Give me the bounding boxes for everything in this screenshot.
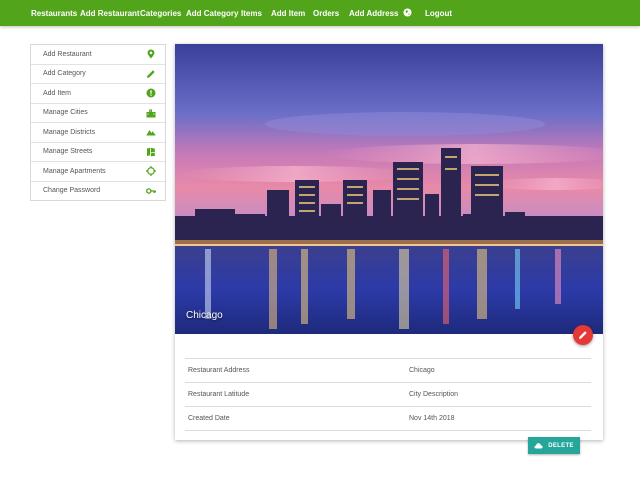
detail-value: Chicago [409, 367, 435, 374]
sidebar-item-label: Add Category [43, 70, 86, 78]
detail-label: Created Date [188, 415, 230, 422]
nav-restaurants[interactable]: Restaurants [31, 9, 77, 18]
nav-add-restaurant[interactable]: Add Restaurant [80, 9, 140, 18]
key-icon [146, 187, 156, 194]
nav-add-item[interactable]: Add Item [271, 9, 305, 18]
sidebar-item-label: Manage Streets [43, 148, 93, 156]
top-navbar: Restaurants Add Restaurant Categories Ad… [0, 0, 640, 26]
sidebar-item-label: Add Item [43, 89, 72, 97]
sidebar-item-add-restaurant[interactable]: Add Restaurant [31, 45, 165, 65]
terrain-icon [146, 130, 156, 136]
sidebar-item-manage-streets[interactable]: Manage Streets [31, 143, 165, 162]
sidebar-item-add-item[interactable]: Add Item [31, 84, 165, 104]
sidebar-item-label: Add Restaurant [43, 50, 92, 58]
nav-add-address[interactable]: Add Address [349, 9, 399, 18]
nav-add-category[interactable]: Add Category [186, 9, 238, 18]
globe-icon[interactable] [403, 8, 412, 17]
sidebar-item-add-category[interactable]: Add Category [31, 65, 165, 84]
sidebar-item-label: Manage Apartments [43, 167, 106, 175]
nav-orders[interactable]: Orders [313, 9, 339, 18]
restaurant-name-caption: Chicago [186, 310, 223, 321]
city-icon [146, 109, 156, 117]
pencil-icon [579, 331, 587, 339]
restaurant-details: Restaurant Address Chicago Restaurant La… [185, 358, 591, 431]
restaurant-image: Chicago [175, 44, 603, 334]
delete-button[interactable]: DELETE [528, 437, 580, 454]
detail-label: Restaurant Latitude [188, 391, 250, 398]
sidebar-item-label: Manage Cities [43, 109, 88, 117]
nav-items[interactable]: Items [241, 9, 262, 18]
sidebar-item-manage-apartments[interactable]: Manage Apartments [31, 162, 165, 182]
map-icon [147, 147, 155, 156]
sidebar-item-label: Change Password [43, 187, 101, 195]
edit-button[interactable] [573, 325, 593, 345]
delete-button-label: DELETE [548, 442, 574, 449]
detail-label: Restaurant Address [188, 367, 250, 374]
cloud-icon [534, 443, 543, 449]
sidebar-item-manage-districts[interactable]: Manage Districts [31, 123, 165, 143]
nav-logout[interactable]: Logout [425, 9, 452, 18]
detail-value: City Description [409, 391, 459, 398]
sidebar-item-change-password[interactable]: Change Password [31, 182, 165, 201]
restaurant-card: Chicago Restaurant Address Chicago Resta… [175, 44, 603, 440]
detail-row-latitude: Restaurant Latitude City Description [185, 382, 591, 406]
info-circle-icon [146, 88, 156, 98]
detail-row-address: Restaurant Address Chicago [185, 358, 591, 382]
sidebar-item-manage-cities[interactable]: Manage Cities [31, 104, 165, 123]
detail-value: Nov 14th 2018 [409, 415, 455, 422]
pencil-icon [147, 69, 155, 78]
nav-categories[interactable]: Categories [140, 9, 181, 18]
crosshair-icon [146, 166, 156, 176]
detail-row-created-date: Created Date Nov 14th 2018 [185, 406, 591, 431]
map-pin-icon [147, 49, 155, 59]
sidebar-menu: Add Restaurant Add Category Add Item Man… [30, 44, 166, 201]
sidebar-item-label: Manage Districts [43, 128, 96, 136]
